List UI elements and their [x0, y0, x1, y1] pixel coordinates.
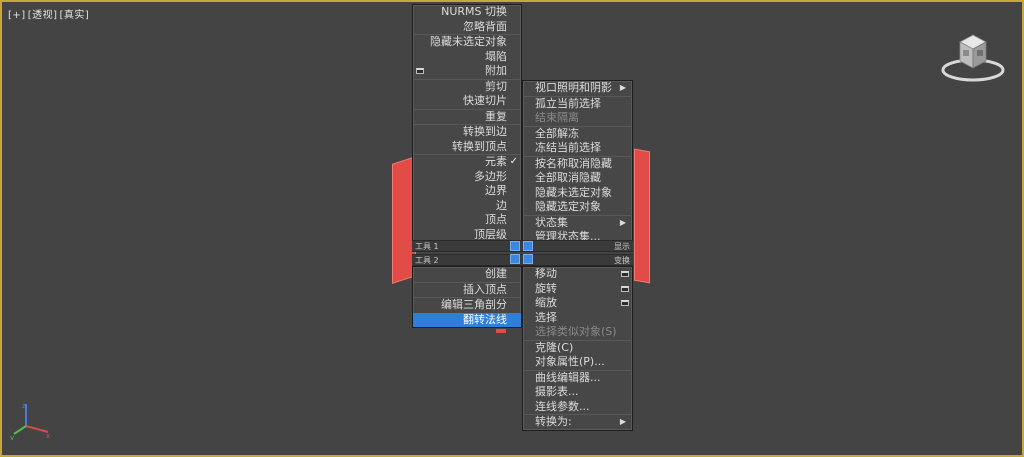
menu-item-flip-normals[interactable]: 翻转法线: [413, 312, 521, 327]
menu-item-convert-to-vertex[interactable]: 转换到顶点: [413, 140, 521, 155]
options-box-icon[interactable]: [621, 271, 629, 277]
menu-item-curve-editor[interactable]: 曲线编辑器...: [523, 371, 632, 386]
menu-item-cut[interactable]: 剪切: [413, 80, 521, 95]
menu-item-rotate-label: 旋转: [535, 281, 557, 295]
triangle-right-icon: ▶: [619, 417, 626, 426]
menu-item-move-label: 移动: [535, 267, 557, 280]
viewport-label[interactable]: [+] [透视] [真实]: [8, 6, 91, 21]
menu-item-object-properties[interactable]: 对象属性(P)...: [523, 355, 632, 370]
menu-item-scale[interactable]: 缩放: [523, 296, 632, 311]
menu-item-edit-triangulation[interactable]: 编辑三角剖分: [413, 298, 521, 313]
menu-item-create[interactable]: 创建: [413, 267, 521, 282]
menu-item-clone[interactable]: 克隆(C): [523, 341, 632, 356]
menu-item-attach-label: 附加: [485, 64, 507, 77]
menu-item-scale-label: 缩放: [535, 296, 557, 309]
quad-title-transform-label: 变换: [614, 256, 630, 265]
menu-item-select[interactable]: 选择: [523, 311, 632, 326]
menu-item-nurms-toggle[interactable]: NURMS 切换: [413, 5, 521, 20]
triangle-right-icon: ▶: [619, 217, 626, 227]
quad-bottom-right-menu: 移动 旋转 缩放 选择 选择类似对象(S) 克隆(C) 对象属性(P)... 曲…: [522, 266, 633, 431]
quad-title-tools2-label: 工具 2: [415, 256, 439, 265]
quad-top-left-menu: NURMS 切换 忽略背面 隐藏未选定对象 塌陷 附加 剪切 快速切片 重复 转…: [412, 4, 522, 243]
quad-title-tools1-label: 工具 1: [415, 242, 439, 251]
viewport-menu-plus[interactable]: [+]: [8, 10, 26, 21]
menu-item-edge[interactable]: 边: [413, 199, 521, 214]
menu-item-element[interactable]: 元素 ✓: [413, 155, 521, 170]
menu-item-move[interactable]: 移动: [523, 267, 632, 282]
object-right-face[interactable]: [634, 148, 650, 284]
menu-item-rotate[interactable]: 旋转: [523, 282, 632, 297]
menu-item-ignore-backfacing[interactable]: 忽略背面: [413, 20, 521, 35]
menu-item-polygon[interactable]: 多边形: [413, 170, 521, 185]
menu-item-attach[interactable]: 附加: [413, 64, 521, 79]
quad-selector-bottom-left[interactable]: [510, 254, 520, 264]
quad-top-right-menu: 视口照明和阴影 ▶ 孤立当前选择 结束隔离 全部解冻 冻结当前选择 按名称取消隐…: [522, 80, 633, 246]
menu-item-convert-to-edge[interactable]: 转换到边: [413, 125, 521, 140]
menu-item-convert-to-label: 转换为:: [535, 415, 572, 428]
svg-text:z: z: [22, 402, 26, 410]
viewcube-icon[interactable]: [940, 30, 1006, 86]
quad-title-display-label: 显示: [614, 242, 630, 251]
menu-item-element-label: 元素: [485, 155, 507, 168]
checkmark-icon: ✓: [509, 156, 518, 167]
viewport-shading-label[interactable]: [真实]: [60, 10, 90, 21]
menu-item-border[interactable]: 边界: [413, 184, 521, 199]
menu-item-state-sets-label: 状态集: [535, 215, 568, 229]
menu-item-vertex[interactable]: 顶点: [413, 213, 521, 228]
quad-selector-top-right[interactable]: [523, 241, 533, 251]
options-box-icon[interactable]: [416, 68, 424, 74]
menu-item-hide-selection[interactable]: 隐藏选定对象: [523, 200, 632, 215]
options-box-icon[interactable]: [621, 285, 629, 292]
quad-selector-bottom-right[interactable]: [523, 254, 533, 264]
menu-item-hide-unselected[interactable]: 隐藏未选定对象: [523, 186, 632, 201]
menu-item-quickslice[interactable]: 快速切片: [413, 94, 521, 109]
menu-item-viewport-lighting-label: 视口照明和阴影: [535, 81, 612, 94]
triangle-right-icon: ▶: [619, 83, 626, 92]
menu-item-insert-vertex[interactable]: 插入顶点: [413, 283, 521, 298]
menu-item-unfreeze-all[interactable]: 全部解冻: [523, 127, 632, 142]
menu-item-unhide-by-name[interactable]: 按名称取消隐藏: [523, 157, 632, 172]
menu-item-select-similar[interactable]: 选择类似对象(S): [523, 325, 632, 340]
menu-item-freeze-selection[interactable]: 冻结当前选择: [523, 141, 632, 156]
quad-selector-top-left[interactable]: [510, 241, 520, 251]
menu-item-isolate-selection[interactable]: 孤立当前选择: [523, 97, 632, 112]
svg-text:x: x: [46, 432, 50, 440]
menu-item-convert-to[interactable]: 转换为: ▶: [523, 415, 632, 430]
options-box-icon[interactable]: [621, 300, 629, 306]
menu-item-viewport-lighting-shadows[interactable]: 视口照明和阴影 ▶: [523, 81, 632, 96]
menu-item-collapse[interactable]: 塌陷: [413, 50, 521, 65]
menu-item-state-sets[interactable]: 状态集 ▶: [523, 216, 632, 231]
menu-item-repeat[interactable]: 重复: [413, 110, 521, 125]
menu-item-wire-parameters[interactable]: 连线参数...: [523, 400, 632, 415]
menu-item-end-isolate[interactable]: 结束隔离: [523, 111, 632, 126]
viewport-point-of-view-label[interactable]: [透视]: [28, 10, 58, 21]
svg-text:y: y: [10, 434, 14, 440]
menu-item-dope-sheet[interactable]: 摄影表...: [523, 385, 632, 400]
menu-item-unhide-all[interactable]: 全部取消隐藏: [523, 171, 632, 186]
menu-item-hide-unselected[interactable]: 隐藏未选定对象: [413, 35, 521, 50]
quad-bottom-left-menu: 创建 插入顶点 编辑三角剖分 翻转法线: [412, 266, 522, 328]
object-bottom-sliver: [496, 329, 506, 333]
axis-tripod-icon: z x y: [10, 402, 50, 440]
